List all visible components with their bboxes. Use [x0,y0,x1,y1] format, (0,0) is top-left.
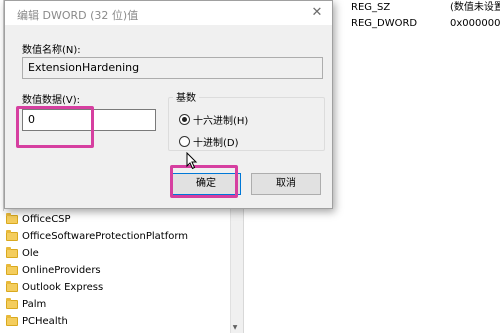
folder-icon [6,298,18,309]
tree-item-label: Outlook Express [22,282,104,293]
base-group-label: 基数 [173,89,199,104]
value-name-field[interactable]: ExtensionHardening [22,57,323,79]
folder-icon [6,315,18,326]
value-data-label: 数值数据(V): [22,95,81,106]
tree-item-label: OfficeSoftwareProtectionPlatform [22,231,189,242]
value-data: (数值未设置) [450,2,500,13]
scroll-down-arrow-icon[interactable]: ▼ [231,324,239,331]
radio-hexadecimal[interactable]: 十六进制(H) [179,112,248,127]
tree-item-palm[interactable]: Palm [6,296,188,313]
tree-item-label: Ole [22,248,39,259]
radio-checked-icon[interactable] [179,114,190,125]
tree-item-label: OfficeCSP [22,214,71,225]
radio-unchecked-icon[interactable] [179,136,190,147]
folder-icon [6,281,18,292]
value-type: REG_SZ [351,2,391,13]
tree-item-onlineproviders[interactable]: OnlineProviders [6,262,188,279]
folder-icon [6,213,18,224]
cancel-button[interactable]: 取消 [251,173,321,195]
tree-item-label: OnlineProviders [22,265,101,276]
registry-key-list: OfficeCSP OfficeSoftwareProtectionPlatfo… [6,211,188,330]
edit-dword-dialog: 编辑 DWORD (32 位)值 ✕ 数值名称(N): ExtensionHar… [4,0,333,209]
value-name-label: 数值名称(N): [22,45,81,56]
tree-item-officesoftwareprotectionplatform[interactable]: OfficeSoftwareProtectionPlatform [6,228,188,245]
value-data: 0x0000000 [450,18,500,29]
dialog-title-bar[interactable]: 编辑 DWORD (32 位)值 ✕ [5,1,332,25]
radio-hexadecimal-label: 十六进制(H) [193,116,249,127]
folder-icon [6,247,18,258]
tree-item-officecsp[interactable]: OfficeCSP [6,211,188,228]
tree-item-pchealth[interactable]: PCHealth [6,313,188,330]
radio-decimal-label: 十进制(D) [193,138,239,149]
radio-decimal[interactable]: 十进制(D) [179,134,239,149]
mouse-cursor-icon [186,152,198,170]
value-type: REG_DWORD [351,18,418,29]
tree-item-ole[interactable]: Ole [6,245,188,262]
tree-item-label: Palm [22,299,47,310]
folder-icon [6,230,18,241]
close-icon[interactable]: ✕ [308,4,326,22]
tree-item-outlook-express[interactable]: Outlook Express [6,279,188,296]
tree-item-label: PCHealth [22,316,68,327]
folder-icon [6,264,18,275]
dialog-title: 编辑 DWORD (32 位)值 [17,9,139,22]
ok-button-highlight-box [170,165,238,198]
value-data-highlight-box [16,106,94,148]
